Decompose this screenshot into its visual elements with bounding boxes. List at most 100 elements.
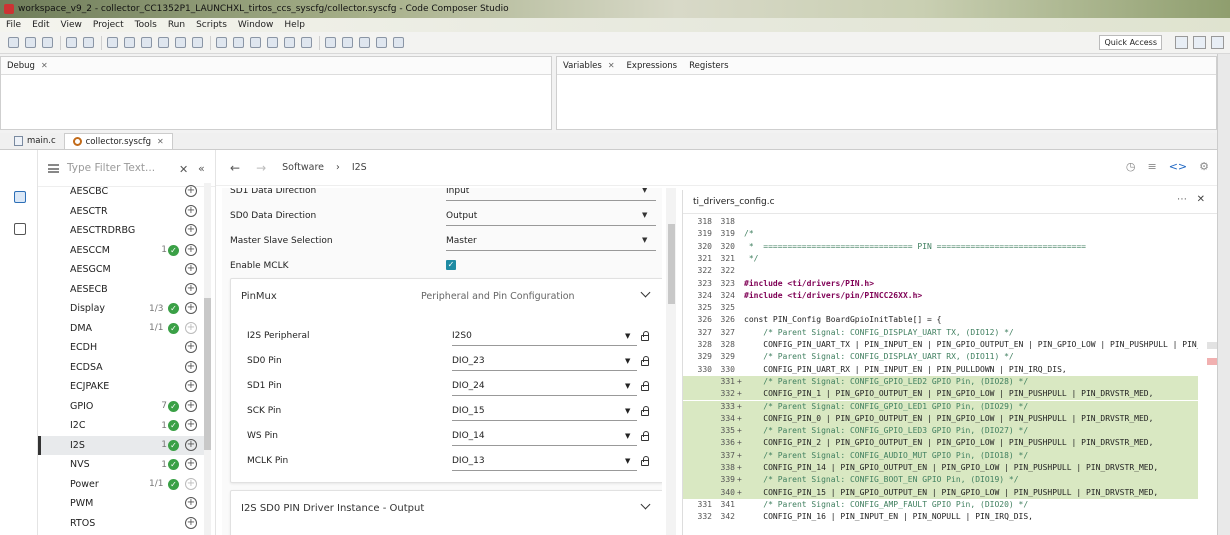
pin-select[interactable]: DIO_24 bbox=[452, 381, 485, 391]
pinmux-header[interactable]: PinMux Peripheral and Pin Configuration bbox=[231, 279, 662, 313]
pin-select[interactable]: DIO_14 bbox=[452, 431, 485, 441]
module-item-ecdh[interactable]: ECDH + bbox=[38, 338, 208, 358]
add-circle-icon[interactable]: + bbox=[185, 185, 197, 197]
add-circle-icon[interactable]: + bbox=[185, 263, 197, 275]
add-circle-icon[interactable]: + bbox=[185, 360, 197, 373]
filter-settings-icon[interactable]: ≡ bbox=[1147, 160, 1156, 173]
pin-select[interactable]: DIO_15 bbox=[452, 406, 485, 416]
new-icon[interactable] bbox=[8, 37, 19, 48]
suspend-icon[interactable] bbox=[124, 37, 135, 48]
dropdown-arrow-icon[interactable]: ▼ bbox=[625, 432, 630, 440]
chevron-down-icon[interactable] bbox=[640, 499, 651, 510]
lock-icon[interactable] bbox=[641, 331, 649, 341]
back-arrow-icon[interactable]: ← bbox=[230, 161, 240, 175]
module-item-aesecb[interactable]: AESECB + bbox=[38, 280, 208, 300]
menu-tools[interactable]: Tools bbox=[135, 18, 157, 32]
lock-icon[interactable] bbox=[641, 431, 649, 441]
tab-main-c[interactable]: main.c bbox=[6, 133, 64, 149]
lock-icon[interactable] bbox=[641, 406, 649, 416]
open-perspective-icon[interactable] bbox=[1175, 36, 1188, 49]
add-circle-icon[interactable]: + bbox=[185, 224, 197, 236]
dropdown-arrow-icon[interactable]: ▼ bbox=[625, 457, 630, 465]
menu-run[interactable]: Run bbox=[168, 18, 185, 32]
module-item-ecdsa[interactable]: ECDSA + bbox=[38, 358, 208, 378]
resume-icon[interactable] bbox=[107, 37, 118, 48]
close-icon[interactable]: ✕ bbox=[157, 134, 164, 150]
module-item-rtos[interactable]: RTOS + bbox=[38, 514, 208, 534]
tab-expressions[interactable]: Expressions bbox=[627, 61, 678, 71]
dropdown-arrow-icon[interactable]: ▼ bbox=[642, 211, 647, 219]
add-circle-icon[interactable]: + bbox=[185, 516, 197, 529]
add-circle-icon[interactable]: + bbox=[185, 399, 197, 412]
add-circle-icon[interactable]: + bbox=[185, 321, 197, 334]
collapse-icon[interactable]: « bbox=[198, 162, 205, 175]
add-circle-icon[interactable]: + bbox=[185, 477, 197, 490]
tab-collector-syscfg[interactable]: collector.syscfg ✕ bbox=[63, 133, 173, 150]
chevron-down-icon[interactable] bbox=[640, 287, 651, 298]
more-options-icon[interactable]: ⋯ bbox=[1177, 194, 1187, 205]
add-circle-icon[interactable]: + bbox=[185, 419, 197, 431]
add-circle-icon[interactable]: + bbox=[185, 458, 197, 470]
debug-perspective-icon[interactable] bbox=[1211, 36, 1224, 49]
module-item-ecjpake[interactable]: ECJPAKE + bbox=[38, 377, 208, 397]
profile-icon[interactable] bbox=[250, 37, 261, 48]
module-item-aesccm[interactable]: AESCCM 1 ✓ + bbox=[38, 241, 208, 261]
menu-edit[interactable]: Edit bbox=[32, 18, 49, 32]
edit-perspective-icon[interactable] bbox=[1193, 36, 1206, 49]
module-item-i2s[interactable]: I2S 1 ✓ + bbox=[38, 435, 208, 455]
history-icon[interactable]: ◷ bbox=[1126, 160, 1136, 173]
sd1-direction-select[interactable]: Input bbox=[446, 188, 469, 196]
dropdown-arrow-icon[interactable]: ▼ bbox=[625, 332, 630, 340]
module-list-scrollbar[interactable] bbox=[204, 183, 211, 535]
lock-icon[interactable] bbox=[641, 356, 649, 366]
code-view-icon[interactable]: <> bbox=[1169, 160, 1187, 173]
add-circle-icon[interactable]: + bbox=[185, 282, 197, 295]
dropdown-arrow-icon[interactable]: ▼ bbox=[642, 188, 647, 194]
step-return-icon[interactable] bbox=[192, 37, 203, 48]
debug-icon[interactable] bbox=[83, 37, 94, 48]
master-slave-select[interactable]: Master bbox=[446, 236, 477, 246]
terminate-icon[interactable] bbox=[141, 37, 152, 48]
add-circle-icon[interactable]: + bbox=[185, 380, 197, 392]
tab-variables[interactable]: Variables bbox=[563, 61, 602, 71]
settings-gear-icon[interactable]: ⚙ bbox=[1199, 160, 1209, 173]
add-circle-icon[interactable]: + bbox=[185, 302, 197, 314]
back-icon[interactable] bbox=[342, 37, 353, 48]
pin-select[interactable]: DIO_13 bbox=[452, 456, 485, 466]
close-icon[interactable]: ✕ bbox=[608, 61, 615, 70]
config-scrollbar[interactable] bbox=[666, 188, 676, 535]
module-item-aescbc[interactable]: AESCBC + bbox=[38, 182, 208, 202]
search-icon[interactable] bbox=[376, 37, 387, 48]
breadcrumb-software[interactable]: Software bbox=[282, 162, 324, 173]
scrollbar-thumb[interactable] bbox=[204, 298, 211, 450]
add-circle-icon[interactable]: + bbox=[185, 243, 197, 256]
add-circle-icon[interactable]: + bbox=[185, 341, 197, 353]
module-item-i2c[interactable]: I2C 1 ✓ + bbox=[38, 416, 208, 436]
pin-icon[interactable] bbox=[393, 37, 404, 48]
lock-icon[interactable] bbox=[641, 456, 649, 466]
menu-help[interactable]: Help bbox=[284, 18, 305, 32]
module-item-dma[interactable]: DMA 1/1 ✓ + bbox=[38, 319, 208, 339]
module-list-icon[interactable] bbox=[14, 191, 26, 203]
tab-registers[interactable]: Registers bbox=[689, 61, 728, 71]
close-icon[interactable]: ✕ bbox=[41, 61, 48, 70]
quick-access-field[interactable]: Quick Access bbox=[1099, 35, 1162, 50]
menu-file[interactable]: File bbox=[6, 18, 21, 32]
module-item-aesgcm[interactable]: AESGCM + bbox=[38, 260, 208, 280]
pin-select[interactable]: DIO_23 bbox=[452, 356, 485, 366]
enable-mclk-checkbox[interactable]: ✓ bbox=[446, 260, 456, 270]
build-icon[interactable] bbox=[66, 37, 77, 48]
breakpoint-icon[interactable] bbox=[233, 37, 244, 48]
add-circle-icon[interactable]: + bbox=[185, 204, 197, 217]
module-item-nvs[interactable]: NVS 1 ✓ + bbox=[38, 455, 208, 475]
menu-project[interactable]: Project bbox=[93, 18, 124, 32]
dropdown-arrow-icon[interactable]: ▼ bbox=[625, 382, 630, 390]
save-icon[interactable] bbox=[25, 37, 36, 48]
load-icon[interactable] bbox=[284, 37, 295, 48]
step-into-icon[interactable] bbox=[158, 37, 169, 48]
add-circle-icon[interactable]: + bbox=[185, 438, 197, 451]
forward-icon[interactable] bbox=[359, 37, 370, 48]
driver-instance-header[interactable]: I2S SD0 PIN Driver Instance - Output bbox=[231, 491, 662, 525]
step-over-icon[interactable] bbox=[175, 37, 186, 48]
dropdown-arrow-icon[interactable]: ▼ bbox=[625, 357, 630, 365]
